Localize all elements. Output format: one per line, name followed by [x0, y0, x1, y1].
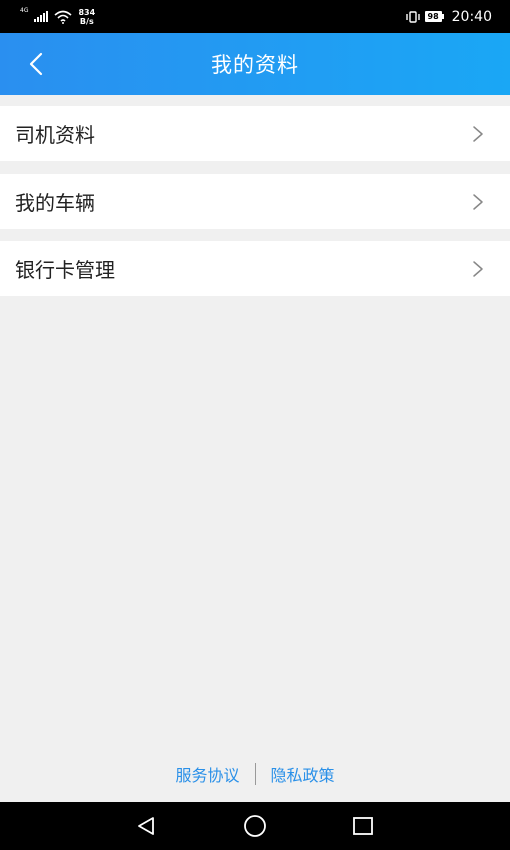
nav-back-button[interactable]	[134, 814, 158, 838]
menu-item-my-vehicles[interactable]: 我的车辆	[0, 174, 510, 229]
screen: 4G 834 B/s 98 20:40 我的资料 司机资料 我的车辆 银行卡管理…	[0, 0, 510, 850]
service-agreement-link[interactable]: 服务协议	[175, 762, 239, 786]
nav-recents-button[interactable]	[351, 814, 375, 838]
signal-icon	[34, 11, 49, 22]
menu-item-driver-info[interactable]: 司机资料	[0, 106, 510, 161]
square-recents-icon	[353, 817, 373, 835]
status-left: 4G 834 B/s	[20, 6, 95, 26]
status-right: 98 20:40	[405, 8, 492, 25]
chevron-right-icon	[473, 260, 483, 277]
network-speed: 834 B/s	[78, 8, 95, 26]
system-nav-bar	[0, 802, 510, 850]
wifi-icon	[54, 10, 72, 24]
status-bar: 4G 834 B/s 98 20:40	[0, 0, 510, 33]
privacy-policy-link[interactable]: 隐私政策	[271, 762, 335, 786]
speed-unit: B/s	[79, 16, 94, 26]
menu-item-label: 银行卡管理	[15, 258, 115, 282]
menu-item-bank-cards[interactable]: 银行卡管理	[0, 241, 510, 296]
clock: 20:40	[451, 8, 492, 25]
footer-divider	[254, 763, 256, 785]
battery-icon: 98	[424, 11, 444, 22]
speed-value: 834	[78, 7, 96, 17]
menu-item-label: 我的车辆	[15, 191, 95, 215]
chevron-left-icon	[29, 52, 43, 76]
page-title: 我的资料	[211, 53, 299, 77]
chevron-right-icon	[473, 125, 483, 142]
menu-item-label: 司机资料	[15, 123, 95, 147]
circle-home-icon	[244, 815, 266, 837]
nav-home-button[interactable]	[243, 814, 267, 838]
footer-links: 服务协议 隐私政策	[0, 759, 510, 789]
vibrate-icon	[405, 10, 420, 23]
back-button[interactable]	[20, 48, 52, 80]
network-type: 4G	[20, 6, 29, 14]
app-header: 我的资料	[0, 33, 510, 95]
triangle-back-icon	[138, 817, 154, 835]
chevron-right-icon	[473, 193, 483, 210]
battery-level: 98	[424, 11, 442, 22]
